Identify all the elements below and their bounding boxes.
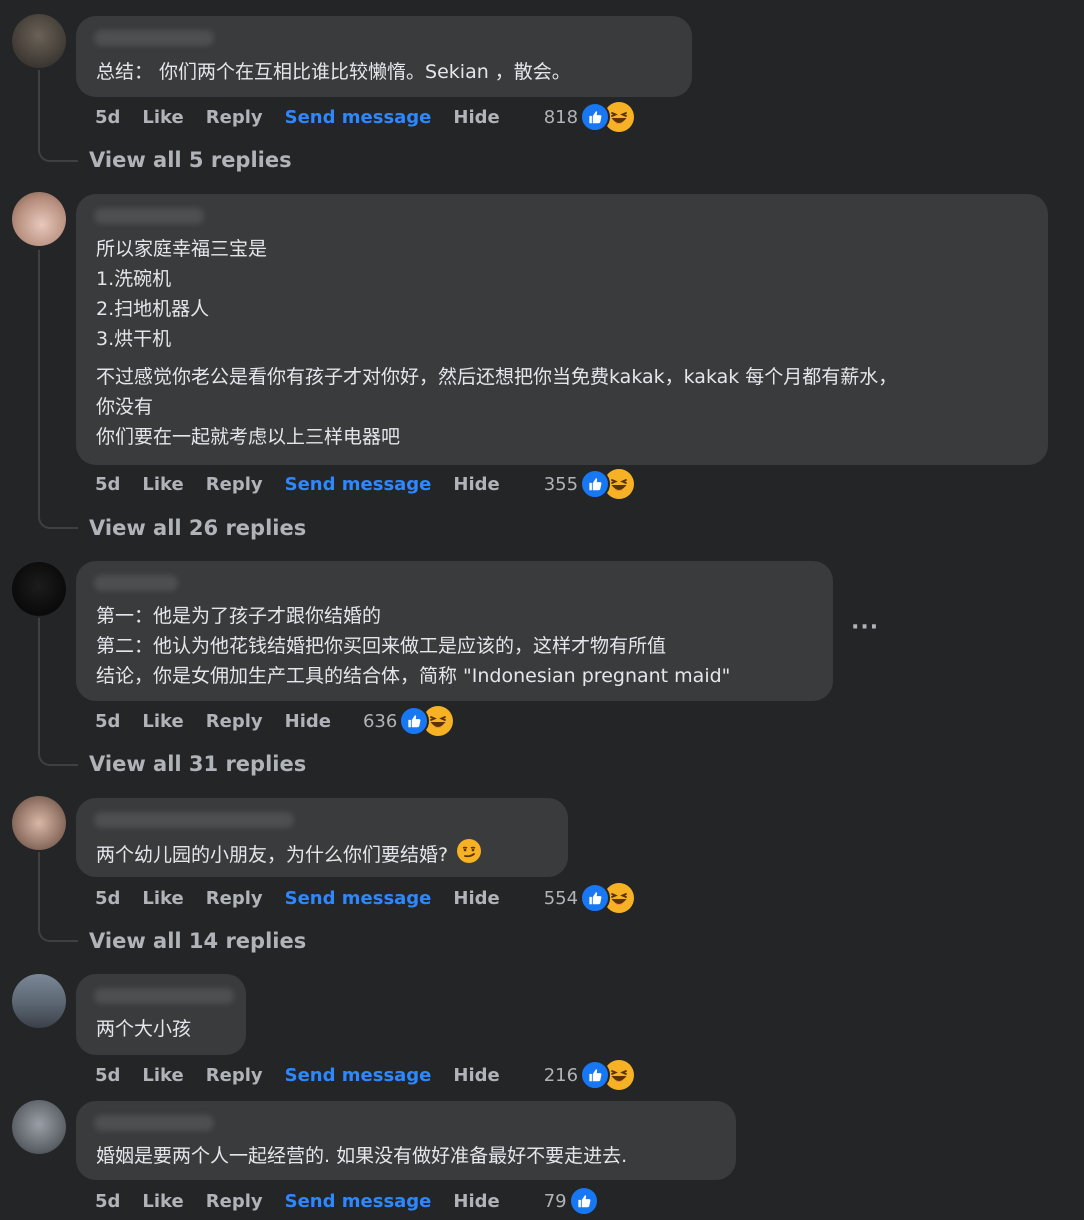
comment-text: 第二：他认为他花钱结婚把你买回来做工是应该的，这样才物有所值 — [96, 635, 667, 657]
thread-line — [38, 852, 40, 922]
send-message-button[interactable]: Send message — [285, 888, 432, 909]
avatar[interactable] — [12, 192, 66, 246]
timestamp[interactable]: 5d — [95, 1191, 120, 1212]
comment-actions: 5d Like Reply Send message Hide 79 — [95, 1185, 601, 1217]
comment-bubble: 所以家庭幸福三宝是 1.洗碗机 2.扫地机器人 3.烘干机 不过感觉你老公是看你… — [76, 194, 1048, 465]
reaction-count[interactable]: 636 — [363, 711, 397, 732]
send-message-button[interactable]: Send message — [285, 1065, 432, 1086]
timestamp[interactable]: 5d — [95, 711, 120, 732]
like-button[interactable]: Like — [142, 1065, 183, 1086]
avatar[interactable] — [12, 796, 66, 850]
view-replies-link[interactable]: View all 5 replies — [89, 148, 292, 172]
reactions[interactable] — [568, 1185, 601, 1217]
author-name[interactable] — [94, 988, 234, 1004]
comment-bubble: 婚姻是要两个人一起经营的. 如果没有做好准备最好不要走进去. — [76, 1101, 736, 1180]
reply-button[interactable]: Reply — [206, 888, 263, 909]
thread-line — [38, 70, 40, 142]
smirk-emoji — [456, 838, 482, 873]
thread-connector — [38, 746, 78, 766]
thread-line — [38, 250, 40, 509]
view-replies-link[interactable]: View all 31 replies — [89, 752, 306, 776]
thread-connector — [38, 509, 78, 529]
comment-actions: 5d Like Reply Send message Hide 818 — [95, 101, 636, 133]
reply-button[interactable]: Reply — [206, 107, 263, 128]
reaction-count[interactable]: 79 — [544, 1191, 567, 1212]
avatar[interactable] — [12, 974, 66, 1028]
comment-text: 所以家庭幸福三宝是 — [96, 238, 268, 260]
timestamp[interactable]: 5d — [95, 888, 120, 909]
reaction-count[interactable]: 216 — [544, 1065, 578, 1086]
like-button[interactable]: Like — [142, 107, 183, 128]
comment-text: 3.烘干机 — [96, 328, 172, 350]
comment-text: 两个大小孩 — [96, 1018, 192, 1040]
timestamp[interactable]: 5d — [95, 107, 120, 128]
reactions[interactable] — [580, 468, 636, 500]
send-message-button[interactable]: Send message — [285, 474, 432, 495]
comment-text: 结论，你是女佣加生产工具的结合体，简称 "Indonesian pregnant… — [96, 665, 731, 687]
reply-button[interactable]: Reply — [206, 474, 263, 495]
thread-line — [38, 618, 40, 746]
send-message-button[interactable]: Send message — [285, 107, 432, 128]
reactions[interactable] — [399, 705, 455, 737]
comment-bubble: 第一：他是为了孩子才跟你结婚的 第二：他认为他花钱结婚把你买回来做工是应该的，这… — [76, 561, 833, 701]
comment-actions: 5d Like Reply Send message Hide 554 — [95, 882, 636, 914]
comment-text: 不过感觉你老公是看你有孩子才对你好，然后还想把你当免费kakak，kakak 每… — [96, 366, 898, 388]
hide-button[interactable]: Hide — [453, 1065, 499, 1086]
reaction-count[interactable]: 818 — [544, 107, 578, 128]
hide-button[interactable]: Hide — [453, 888, 499, 909]
like-icon — [580, 102, 611, 132]
author-name[interactable] — [94, 575, 178, 591]
view-replies-link[interactable]: View all 26 replies — [89, 516, 306, 540]
comment-text: 婚姻是要两个人一起经营的. 如果没有做好准备最好不要走进去. — [96, 1145, 628, 1167]
reaction-count[interactable]: 355 — [544, 474, 578, 495]
like-button[interactable]: Like — [142, 1191, 183, 1212]
comment-actions: 5d Like Reply Hide 636 — [95, 705, 455, 737]
reply-button[interactable]: Reply — [206, 711, 263, 732]
like-button[interactable]: Like — [142, 888, 183, 909]
comment-bubble: 两个幼儿园的小朋友，为什么你们要结婚? — [76, 798, 568, 877]
comment-text: 你没有 — [96, 396, 154, 418]
timestamp[interactable]: 5d — [95, 1065, 120, 1086]
comment-text: 2.扫地机器人 — [96, 298, 210, 320]
hide-button[interactable]: Hide — [453, 107, 499, 128]
comment-text: 两个幼儿园的小朋友，为什么你们要结婚? — [96, 844, 449, 866]
reaction-count[interactable]: 554 — [544, 888, 578, 909]
like-button[interactable]: Like — [142, 474, 183, 495]
more-options-icon[interactable]: ··· — [851, 615, 879, 640]
comment-text: 第一：他是为了孩子才跟你结婚的 — [96, 605, 382, 627]
hide-button[interactable]: Hide — [453, 1191, 499, 1212]
author-name[interactable] — [94, 30, 214, 46]
hide-button[interactable]: Hide — [285, 711, 331, 732]
send-message-button[interactable]: Send message — [285, 1191, 432, 1212]
like-icon — [580, 469, 611, 499]
reactions[interactable] — [580, 882, 636, 914]
comment-text: 你们要在一起就考虑以上三样电器吧 — [96, 426, 401, 448]
like-icon — [580, 1060, 611, 1090]
comment-bubble: 两个大小孩 — [76, 974, 246, 1055]
author-name[interactable] — [94, 1115, 214, 1131]
hide-button[interactable]: Hide — [453, 474, 499, 495]
thread-connector — [38, 142, 78, 162]
comment-text: 1.洗碗机 — [96, 268, 172, 290]
avatar[interactable] — [12, 562, 66, 616]
avatar[interactable] — [12, 1100, 66, 1154]
thread-connector — [38, 922, 78, 942]
author-name[interactable] — [94, 812, 294, 828]
reply-button[interactable]: Reply — [206, 1065, 263, 1086]
comment-text: 两个幼儿园的小朋友，为什么你们要结婚? — [96, 838, 548, 873]
author-name[interactable] — [94, 208, 204, 224]
timestamp[interactable]: 5d — [95, 474, 120, 495]
comment-text: 总结： 你们两个在互相比谁比较懒惰。Sekian ，散会。 — [96, 61, 571, 83]
like-button[interactable]: Like — [142, 711, 183, 732]
reply-button[interactable]: Reply — [206, 1191, 263, 1212]
comment-bubble: 总结： 你们两个在互相比谁比较懒惰。Sekian ，散会。 — [76, 16, 692, 97]
like-icon — [568, 1186, 599, 1216]
reactions[interactable] — [580, 1059, 636, 1091]
avatar[interactable] — [12, 14, 66, 68]
like-icon — [580, 883, 611, 913]
reactions[interactable] — [580, 101, 636, 133]
comment-actions: 5d Like Reply Send message Hide 216 — [95, 1059, 636, 1091]
view-replies-link[interactable]: View all 14 replies — [89, 929, 306, 953]
comment-actions: 5d Like Reply Send message Hide 355 — [95, 468, 636, 500]
